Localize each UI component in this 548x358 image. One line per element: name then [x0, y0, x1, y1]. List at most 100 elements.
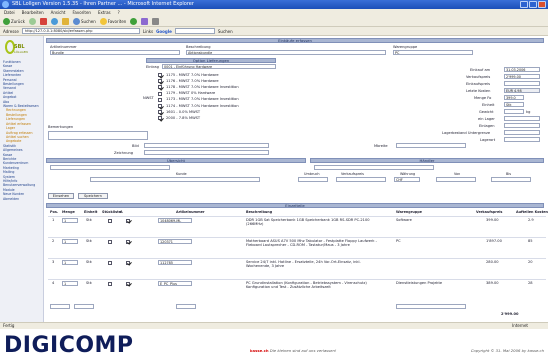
table-col-header: Einheit [84, 210, 98, 214]
mail-button[interactable] [141, 17, 149, 25]
new-menge-input[interactable] [74, 304, 94, 309]
lagerbestand-input[interactable] [504, 130, 540, 135]
einlager-input[interactable] [504, 116, 540, 121]
row-group: Dienstleistungen Projekte [396, 281, 443, 285]
menge-label: Menge Fo [474, 96, 492, 100]
einsehen-button[interactable]: Einsehen [48, 193, 74, 199]
kunde-select[interactable] [90, 177, 260, 182]
menu-tools[interactable]: Extras [98, 9, 111, 16]
group-select[interactable]: PC [393, 50, 473, 55]
history-button[interactable] [130, 17, 138, 25]
print-button[interactable] [152, 17, 160, 25]
option-checkbox[interactable] [158, 91, 162, 96]
bis-input[interactable] [491, 177, 531, 182]
row-menge-input[interactable]: 1 [62, 260, 78, 265]
new-artnr-input[interactable] [176, 304, 196, 309]
articlenr-input[interactable]: Bundle [50, 50, 180, 55]
row-artnr-input[interactable]: 1048069-ML [158, 218, 192, 223]
umbruch-input[interactable] [298, 177, 328, 182]
back-arrow-icon [3, 17, 10, 25]
google-search-button[interactable]: Suchen [218, 29, 233, 34]
sidebar-item[interactable]: Abmelden [3, 197, 43, 201]
copyright: Copyright © 31. Mai 2006 by kasse.ch [470, 348, 544, 353]
links-label[interactable]: Links [143, 29, 153, 34]
row-einheit: Stk [86, 281, 92, 285]
einkauf-input[interactable]: 31.03.2006 [504, 67, 540, 72]
menu-file[interactable]: Datei [4, 9, 15, 16]
row-checkbox[interactable] [108, 218, 112, 223]
speichern-button[interactable]: Speichern [78, 193, 108, 199]
eintrag-select[interactable]: 0001 - Einführung Hardware [162, 64, 276, 69]
search-button[interactable]: Suchen [72, 17, 96, 25]
table-col-header: Warengruppe [396, 210, 422, 214]
vkpreis-input[interactable]: 2'999.00 [504, 74, 540, 79]
menu-view[interactable]: Ansicht [51, 9, 66, 16]
forward-button[interactable] [28, 17, 36, 25]
lagerort-input[interactable] [504, 137, 540, 142]
menge-input[interactable]: 399.0 [504, 95, 524, 100]
address-bar: Adresse http://127.0.0.1:8080/sbl/erfass… [0, 27, 548, 36]
menu-help[interactable]: ? [118, 9, 120, 16]
table-col-header: Artikelnummer [176, 210, 205, 214]
description-input[interactable]: Aktionsbundle [186, 50, 386, 55]
menu-favorites[interactable]: Favoriten [72, 9, 91, 16]
currency-select[interactable]: CHF [394, 177, 420, 182]
row-checkbox[interactable] [126, 239, 130, 244]
new-group-select[interactable] [396, 304, 466, 309]
home-button[interactable] [61, 17, 69, 25]
maximize-button[interactable] [529, 1, 537, 8]
footer: DIGICOMP kasse.ch Die kleinen sind auf u… [0, 329, 548, 358]
vkpreis-kunde-input[interactable] [336, 177, 386, 182]
lagerort-label: Lagerort [480, 138, 496, 142]
favorites-button[interactable]: Favoriten [99, 17, 126, 25]
row-checkbox[interactable] [126, 281, 130, 286]
option-checkbox[interactable] [158, 110, 162, 115]
close-button[interactable] [538, 1, 546, 8]
einlagen-input[interactable] [504, 123, 540, 128]
row-menge-input[interactable]: 1 [62, 239, 78, 244]
window-titlebar: SBL Lollgen Version 1.5.35 - Ihren Partn… [0, 0, 548, 9]
menu-edit[interactable]: Bearbeiten [22, 9, 44, 16]
von-input[interactable] [436, 177, 476, 182]
row-menge-input[interactable]: 1 [62, 281, 78, 286]
google-search-input[interactable] [174, 28, 215, 34]
dealer-input[interactable] [314, 165, 434, 170]
row-price: 1'897.00 [486, 239, 502, 243]
row-checkbox[interactable] [126, 218, 130, 223]
row-share: 20 [528, 260, 533, 264]
print-icon [152, 17, 160, 25]
option-label: 1174 - MWST 7.0% Hardware Investition [166, 103, 239, 108]
option-checkbox[interactable] [158, 85, 162, 90]
row-price: 389.00 [486, 281, 499, 285]
back-button[interactable]: Zurück [3, 17, 25, 25]
new-pos-input[interactable] [50, 304, 70, 309]
row-checkbox[interactable] [108, 260, 112, 265]
overview-input[interactable] [50, 165, 170, 170]
stop-button[interactable] [39, 17, 47, 25]
einheit-input[interactable]: Stk [504, 102, 524, 107]
row-artnr-input[interactable]: 112785 [158, 260, 192, 265]
row-checkbox[interactable] [108, 281, 112, 286]
option-checkbox[interactable] [158, 116, 162, 121]
gewicht-input[interactable] [504, 109, 524, 114]
option-checkbox[interactable] [158, 73, 162, 77]
ekpreis-input[interactable] [504, 81, 540, 86]
bild-input[interactable] [144, 143, 269, 148]
minimize-button[interactable] [520, 1, 528, 8]
address-input[interactable]: http://127.0.0.1:8080/sbl/erfassen.php [21, 28, 140, 34]
row-artnr-input[interactable]: 120371 [158, 239, 192, 244]
refresh-button[interactable] [50, 17, 58, 25]
row-menge-input[interactable]: 1 [62, 218, 78, 223]
option-label: 1601 - 0.0% MWST [166, 109, 201, 114]
letzte-kosten-input: EUR 4.98 [504, 88, 540, 93]
parts-header: Einzelteile [46, 203, 544, 208]
bemerkungen-input[interactable] [48, 131, 148, 140]
option-checkbox[interactable] [158, 79, 162, 84]
option-checkbox[interactable] [158, 104, 162, 108]
row-checkbox[interactable] [126, 260, 130, 265]
option-checkbox[interactable] [158, 97, 162, 102]
row-artnr-input[interactable]: E_PC_Plus [158, 281, 192, 286]
zeichnung-input[interactable] [144, 150, 269, 155]
mbreite-input[interactable] [396, 143, 466, 148]
row-checkbox[interactable] [108, 239, 112, 244]
